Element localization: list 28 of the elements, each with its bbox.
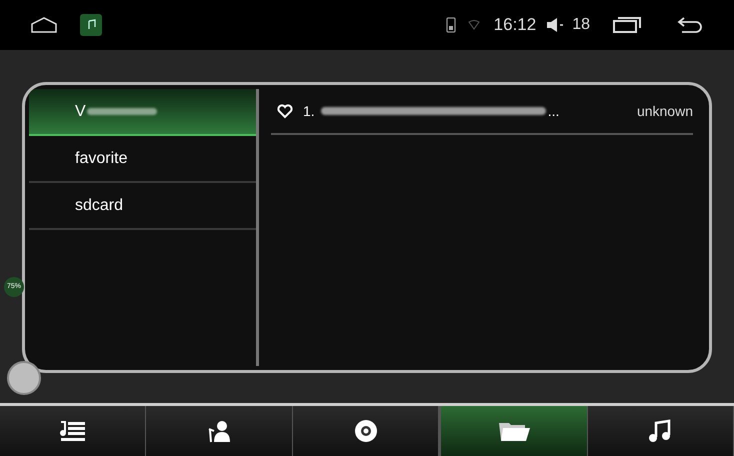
song-tab[interactable] bbox=[588, 406, 734, 456]
volume-icon bbox=[546, 17, 564, 33]
music-note-icon bbox=[648, 419, 672, 443]
folder-item[interactable]: V bbox=[29, 89, 256, 136]
ellipsis: ... bbox=[548, 102, 560, 120]
recent-apps-icon[interactable] bbox=[612, 16, 642, 34]
disc-icon bbox=[354, 419, 378, 443]
heart-icon[interactable] bbox=[277, 104, 293, 118]
folder-icon bbox=[496, 420, 531, 442]
artist-label: unknown bbox=[636, 102, 693, 120]
device-icon bbox=[446, 17, 456, 33]
track-number: 1. bbox=[303, 102, 315, 120]
volume-level: 18 bbox=[572, 15, 590, 35]
artist-tab[interactable] bbox=[146, 406, 293, 456]
floating-button[interactable] bbox=[7, 361, 41, 395]
wifi-icon bbox=[468, 20, 480, 30]
music-app-icon[interactable] bbox=[80, 14, 102, 36]
track-row[interactable]: 1. ... unknown bbox=[271, 89, 693, 135]
clock: 16:12 bbox=[494, 14, 536, 36]
back-icon[interactable] bbox=[676, 16, 704, 34]
album-tab[interactable] bbox=[292, 406, 440, 456]
folder-tab[interactable] bbox=[439, 406, 588, 456]
playlist-tab[interactable] bbox=[0, 406, 146, 456]
home-icon[interactable] bbox=[30, 17, 58, 33]
folder-item[interactable]: sdcard bbox=[29, 183, 256, 230]
folder-item[interactable]: favorite bbox=[29, 136, 256, 183]
playlist-icon bbox=[58, 420, 87, 442]
singer-icon bbox=[206, 419, 232, 443]
